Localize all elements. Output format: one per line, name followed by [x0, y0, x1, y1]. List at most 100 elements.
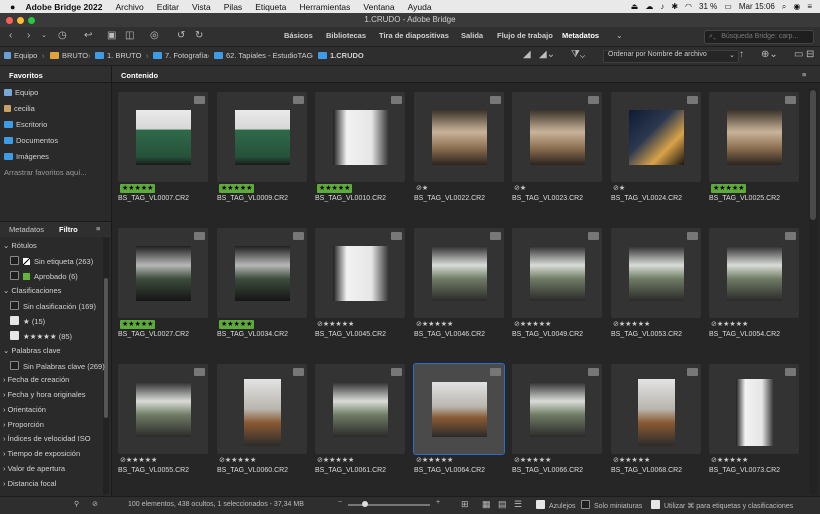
- filter-sin-clasificacion[interactable]: Sin clasificación (169): [10, 301, 96, 311]
- menu-editar[interactable]: Editar: [157, 2, 179, 12]
- menu-ventana[interactable]: Ventana: [363, 2, 394, 12]
- utilizar-option[interactable]: Utilizar ⌘ para etiquetas y clasificacio…: [651, 500, 793, 510]
- menu-ayuda[interactable]: Ayuda: [408, 2, 432, 12]
- filter-section-apertura[interactable]: › Valor de apertura: [3, 464, 65, 473]
- checkbox-checked[interactable]: [10, 331, 19, 340]
- tab-contenido[interactable]: Contenido: [121, 71, 158, 80]
- rating[interactable]: ⊘★★★★★: [120, 456, 157, 465]
- siri-icon[interactable]: ◉: [793, 2, 800, 11]
- filename[interactable]: BS_TAG_VL0027.CR2: [118, 331, 189, 338]
- filename[interactable]: BS_TAG_VL0073.CR2: [709, 467, 780, 474]
- filter-sin-palabras[interactable]: Sin Palabras clave (269): [10, 361, 105, 371]
- zoom-window-button[interactable]: [28, 17, 35, 24]
- filter-section-fecha-creacion[interactable]: › Fecha de creación: [3, 375, 69, 384]
- no-entry-icon[interactable]: ⊘: [92, 500, 98, 508]
- filter-section-iso[interactable]: › Índices de velocidad ISO: [3, 434, 91, 443]
- filename[interactable]: BS_TAG_VL0066.CR2: [512, 467, 583, 474]
- filename[interactable]: BS_TAG_VL0049.CR2: [512, 331, 583, 338]
- wifi-icon[interactable]: ◠: [685, 2, 692, 11]
- search-icon[interactable]: ⌕: [782, 2, 786, 12]
- back-icon[interactable]: ‹: [9, 30, 12, 42]
- thumbnail[interactable]: [118, 364, 208, 454]
- workspace-flujo[interactable]: Flujo de trabajo: [497, 30, 553, 42]
- zoom-out-icon[interactable]: −: [338, 499, 342, 506]
- tab-metadatos[interactable]: Metadatos: [9, 225, 44, 234]
- filter-one-star[interactable]: ★ (15): [10, 316, 45, 326]
- thumbnail[interactable]: [414, 92, 504, 182]
- view-thumbnails-icon[interactable]: ▦: [482, 499, 491, 510]
- menu-archivo[interactable]: Archivo: [115, 2, 143, 12]
- filter-items-icon[interactable]: ⧩⌄: [571, 49, 585, 61]
- workspace-tira[interactable]: Tira de diapositivas: [379, 30, 449, 42]
- rotate-right-icon[interactable]: ↻: [195, 30, 203, 42]
- workspace-more-icon[interactable]: ⌄: [616, 30, 623, 42]
- refine-icon[interactable]: ◫: [125, 30, 134, 42]
- favorite-documentos[interactable]: Documentos: [4, 136, 58, 145]
- filename[interactable]: BS_TAG_VL0068.CR2: [611, 467, 682, 474]
- rating[interactable]: ⊘★★★★★: [416, 320, 453, 329]
- battery-icon[interactable]: ▭: [724, 2, 732, 11]
- apple-menu-icon[interactable]: ●: [10, 2, 15, 12]
- filter-five-stars[interactable]: ★★★★★ (85): [10, 331, 72, 341]
- favorite-imagenes[interactable]: Imágenes: [4, 152, 49, 161]
- rating[interactable]: ★★★★★: [219, 320, 255, 329]
- open-recent-icon[interactable]: ▭: [794, 49, 803, 61]
- clock[interactable]: Mar 15:06: [739, 2, 775, 11]
- thumbnail[interactable]: [217, 364, 307, 454]
- filter-sin-etiqueta[interactable]: Sin etiqueta (263): [10, 256, 93, 266]
- menu-vista[interactable]: Vista: [192, 2, 211, 12]
- sort-ascending-icon[interactable]: ↑: [739, 49, 744, 61]
- history-dropdown-icon[interactable]: ⌄: [41, 30, 47, 42]
- filename[interactable]: BS_TAG_VL0053.CR2: [611, 331, 682, 338]
- new-folder-icon[interactable]: ⊕⌄: [761, 49, 778, 61]
- minimize-window-button[interactable]: [17, 17, 24, 24]
- thumbnail[interactable]: [611, 364, 701, 454]
- view-details-icon[interactable]: ▤: [498, 499, 507, 510]
- rating[interactable]: ★★★★★: [317, 184, 353, 193]
- rating[interactable]: ⊘★: [416, 184, 428, 193]
- crumb-tapiales[interactable]: 62. Tapiales - EstudioTAG: [214, 51, 312, 60]
- solo-miniaturas-option[interactable]: Solo miniaturas: [581, 500, 642, 510]
- app-menu[interactable]: Adobe Bridge 2022: [25, 2, 102, 12]
- filename[interactable]: BS_TAG_VL0046.CR2: [414, 331, 485, 338]
- boomerang-icon[interactable]: ↩: [84, 30, 92, 42]
- content-menu-icon[interactable]: ≡: [802, 70, 806, 79]
- thumbnail[interactable]: [315, 92, 405, 182]
- checkbox-checked[interactable]: [10, 316, 19, 325]
- crumb-bruto[interactable]: BRUTO: [50, 51, 88, 60]
- thumbnail[interactable]: [315, 228, 405, 318]
- filename[interactable]: BS_TAG_VL0045.CR2: [315, 331, 386, 338]
- checkbox-checked[interactable]: [651, 500, 660, 509]
- thumbnail[interactable]: [217, 92, 307, 182]
- checkbox[interactable]: [10, 301, 19, 310]
- thumbnail[interactable]: [413, 363, 505, 455]
- filename[interactable]: BS_TAG_VL0054.CR2: [709, 331, 780, 338]
- content-scrollbar-track[interactable]: [809, 88, 817, 493]
- bluetooth-icon[interactable]: ✱: [671, 2, 678, 11]
- rating[interactable]: ★★★★★: [711, 184, 747, 193]
- filename[interactable]: BS_TAG_VL0007.CR2: [118, 195, 189, 202]
- thumbnail[interactable]: [118, 228, 208, 318]
- quality-icon[interactable]: ◢: [523, 49, 531, 61]
- thumbnail[interactable]: [611, 92, 701, 182]
- trash-icon[interactable]: ⊟: [806, 49, 814, 61]
- crumb-fotografia[interactable]: 7. Fotografía: [153, 51, 208, 60]
- rating[interactable]: ★★★★★: [120, 184, 156, 193]
- filename[interactable]: BS_TAG_VL0064.CR2: [414, 467, 485, 474]
- camera-icon[interactable]: ▣: [107, 30, 116, 42]
- workspace-bibliotecas[interactable]: Bibliotecas: [326, 30, 366, 42]
- filter-section-fecha-hora[interactable]: › Fecha y hora originales: [3, 390, 86, 399]
- zoom-in-icon[interactable]: +: [436, 499, 440, 506]
- crumb-crudo[interactable]: 1.CRUDO: [318, 51, 364, 60]
- crumb-equipo[interactable]: Equipo: [4, 51, 37, 60]
- filter-section-clasificaciones[interactable]: ⌄ Clasificaciones: [3, 286, 61, 295]
- favorite-equipo[interactable]: Equipo: [4, 88, 38, 97]
- filename[interactable]: BS_TAG_VL0034.CR2: [217, 331, 288, 338]
- rating[interactable]: ⊘★★★★★: [317, 320, 354, 329]
- thumbnail[interactable]: [512, 228, 602, 318]
- filename[interactable]: BS_TAG_VL0010.CR2: [315, 195, 386, 202]
- favorite-cecilia[interactable]: cecilia: [4, 104, 35, 113]
- menu-pilas[interactable]: Pilas: [224, 2, 242, 12]
- rating[interactable]: ⊘★★★★★: [514, 456, 551, 465]
- drive-icon[interactable]: ⏏: [631, 2, 639, 11]
